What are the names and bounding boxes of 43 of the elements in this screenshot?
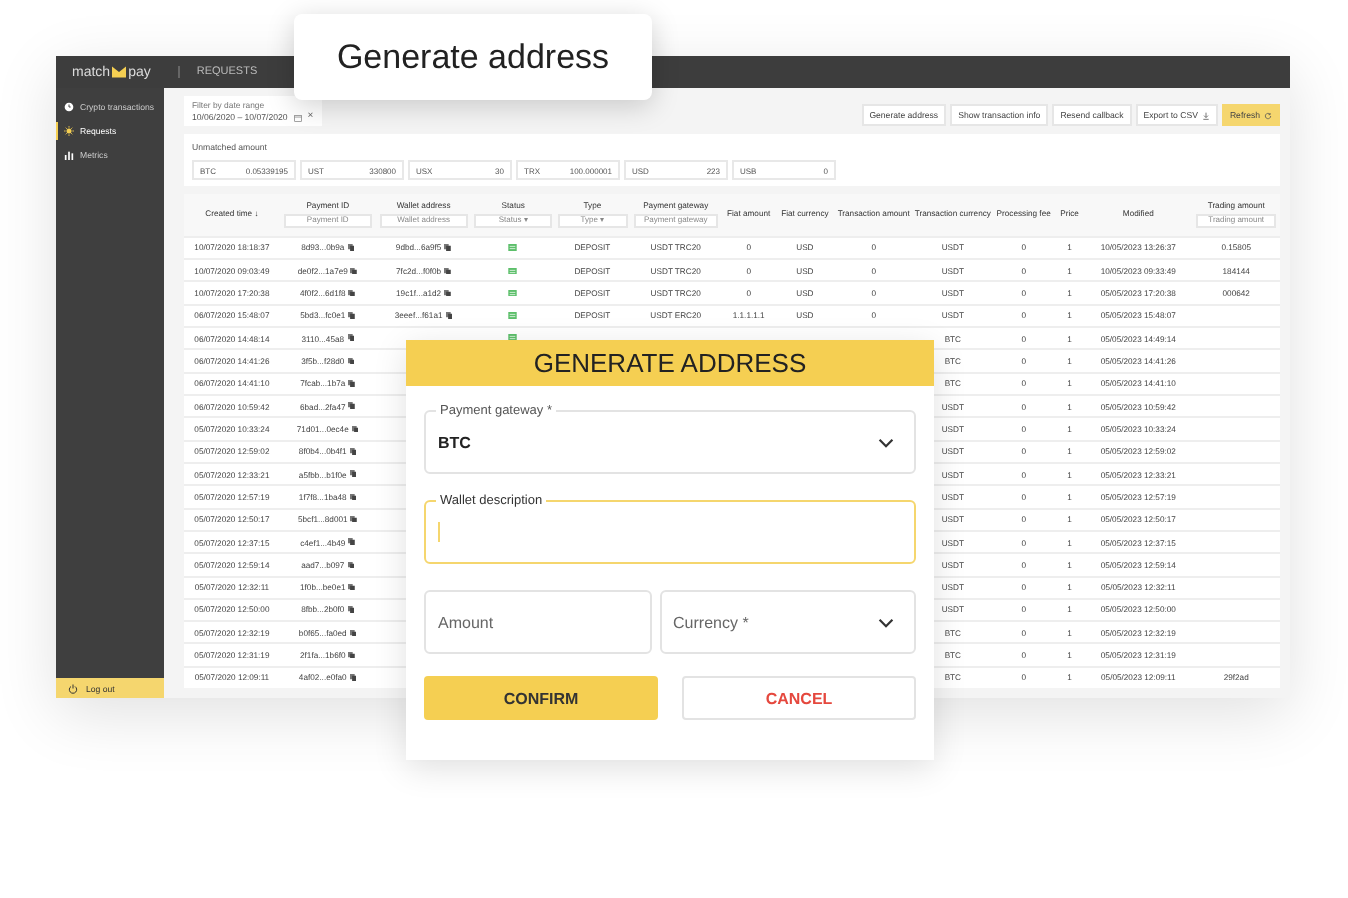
chevron-down-icon bbox=[878, 438, 894, 448]
form-field[interactable]: Currency * bbox=[659, 590, 916, 654]
copy-icon[interactable] bbox=[445, 312, 453, 320]
form-field[interactable]: Amount bbox=[424, 590, 652, 654]
copy-icon[interactable] bbox=[347, 561, 355, 569]
copy-icon[interactable] bbox=[347, 334, 355, 342]
chevron-down-icon bbox=[878, 618, 894, 628]
copy-icon[interactable] bbox=[348, 538, 356, 546]
clock-icon bbox=[64, 102, 74, 112]
field-placeholder: Currency * bbox=[673, 613, 749, 631]
download-icon bbox=[1201, 111, 1210, 119]
copy-icon[interactable] bbox=[348, 583, 356, 591]
copy-icon[interactable] bbox=[349, 493, 357, 501]
copy-icon[interactable] bbox=[348, 402, 356, 410]
copy-icon[interactable] bbox=[350, 267, 358, 275]
field-value: BTC bbox=[438, 433, 471, 451]
refresh-icon bbox=[1264, 111, 1272, 119]
copy-icon[interactable] bbox=[351, 425, 359, 433]
bar-chart-icon bbox=[64, 150, 74, 160]
text-cursor bbox=[438, 522, 440, 542]
callout-title: Generate address bbox=[336, 37, 610, 77]
dialog-button[interactable]: CANCEL bbox=[682, 676, 916, 720]
copy-icon[interactable] bbox=[348, 289, 356, 297]
copy-icon[interactable] bbox=[349, 448, 357, 456]
copy-icon[interactable] bbox=[349, 470, 357, 478]
copy-icon[interactable] bbox=[347, 606, 355, 614]
copy-icon[interactable] bbox=[348, 312, 356, 320]
field-placeholder: Amount bbox=[438, 613, 494, 631]
calendar-icon[interactable] bbox=[293, 113, 302, 121]
copy-icon[interactable] bbox=[350, 515, 358, 523]
copy-icon[interactable] bbox=[444, 289, 452, 297]
sun-icon bbox=[64, 126, 74, 136]
copy-icon[interactable] bbox=[347, 357, 355, 365]
modal-title: GENERATE ADDRESS bbox=[533, 348, 807, 378]
dialog-button[interactable]: CONFIRM bbox=[424, 676, 658, 720]
power-icon bbox=[68, 683, 78, 693]
copy-icon[interactable] bbox=[444, 267, 452, 275]
copy-icon[interactable] bbox=[349, 629, 357, 637]
copy-icon[interactable] bbox=[348, 651, 356, 659]
copy-icon[interactable] bbox=[348, 380, 356, 388]
copy-icon[interactable] bbox=[347, 244, 355, 252]
copy-icon[interactable] bbox=[349, 674, 357, 682]
copy-icon[interactable] bbox=[444, 244, 452, 252]
